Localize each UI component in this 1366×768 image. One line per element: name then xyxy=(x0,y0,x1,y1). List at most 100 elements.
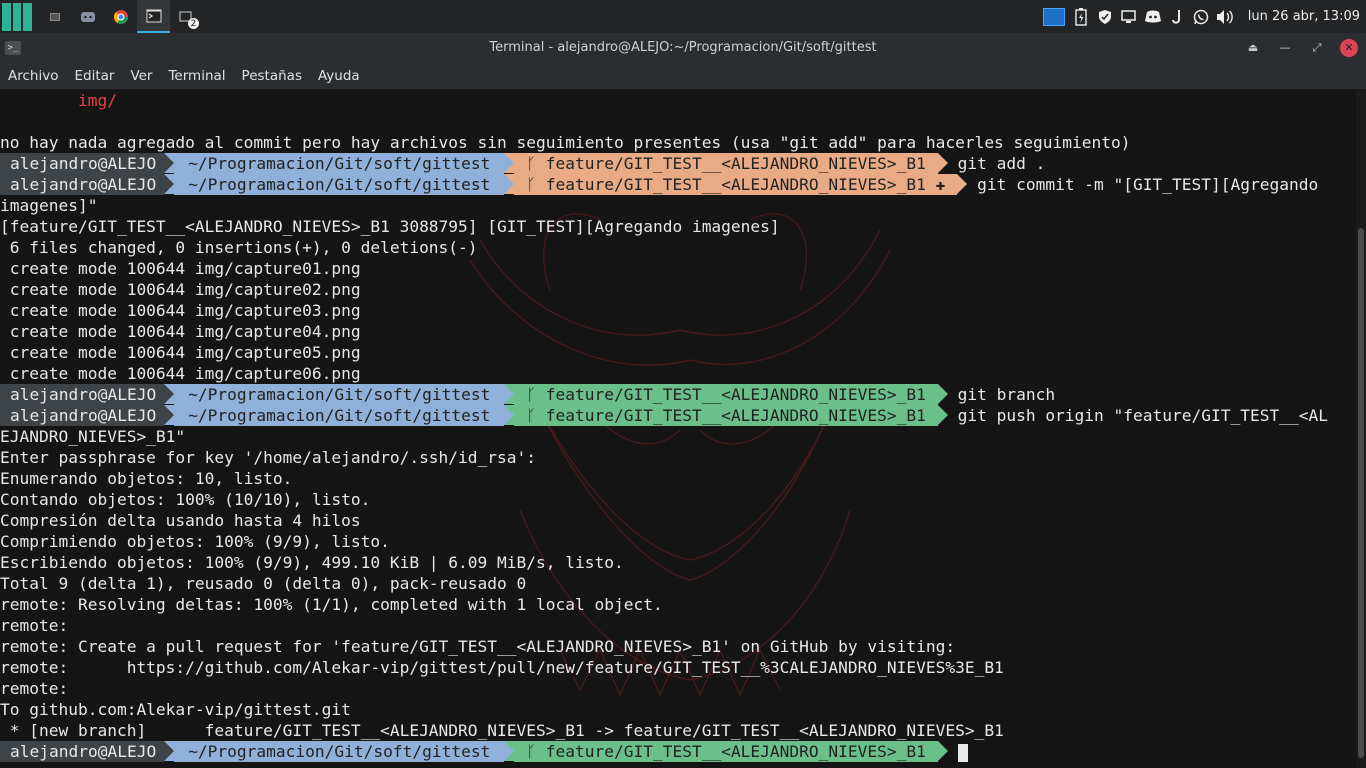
prompt-separator xyxy=(504,384,515,404)
prompt-git-branch: ᚴ feature/GIT_TEST__<ALEJANDRO_NIEVES>_B… xyxy=(514,174,958,195)
prompt-separator xyxy=(937,741,948,761)
terminal-output[interactable]: img/no hay nada agregado al commit pero … xyxy=(0,90,1356,768)
prompt-separator xyxy=(164,384,175,404)
prompt-separator xyxy=(957,174,968,194)
output-line: create mode 100644 img/capture04.png xyxy=(0,322,361,341)
output-line: Enumerando objetos: 10, listo. xyxy=(0,469,293,488)
command-text: git push origin "feature/GIT_TEST__<AL xyxy=(947,406,1328,425)
prompt-path: ~/Programacion/Git/soft/gittest xyxy=(174,384,505,405)
prompt-separator xyxy=(504,405,515,425)
output-line: 6 files changed, 0 insertions(+), 0 dele… xyxy=(0,238,478,257)
volume-icon[interactable] xyxy=(1216,8,1234,26)
prompt-path: ~/Programacion/Git/soft/gittest xyxy=(174,405,505,426)
menubar: Archivo Editar Ver Terminal Pestañas Ayu… xyxy=(0,62,1366,90)
prompt-line: alejandro@ALEJO ~/Programacion/Git/soft/g… xyxy=(0,153,1045,174)
display-icon[interactable] xyxy=(1120,8,1138,26)
output-line: Compresión delta usando hasta 4 hilos xyxy=(0,511,361,530)
prompt-path: ~/Programacion/Git/soft/gittest xyxy=(174,174,505,195)
prompt-separator xyxy=(937,153,948,173)
music-icon[interactable] xyxy=(1168,8,1186,26)
close-icon[interactable]: ✕ xyxy=(1340,38,1358,57)
prompt-user: alejandro@ALEJO xyxy=(0,405,165,426)
task-files[interactable] xyxy=(38,0,71,33)
prompt-user: alejandro@ALEJO xyxy=(0,741,165,762)
menu-ver[interactable]: Ver xyxy=(130,68,152,84)
prompt-separator xyxy=(504,174,515,194)
menu-terminal[interactable]: Terminal xyxy=(168,68,225,84)
discord-icon xyxy=(80,11,95,22)
chrome-icon xyxy=(113,9,128,24)
output-line: remote: xyxy=(0,679,69,698)
output-line: remote: Resolving deltas: 100% (1/1), co… xyxy=(0,595,663,614)
output-line: create mode 100644 img/capture05.png xyxy=(0,343,361,362)
prompt-separator xyxy=(504,153,515,173)
maximize-icon[interactable]: ⤢ xyxy=(1308,39,1326,57)
window-count-badge: 2 xyxy=(188,18,199,29)
clock[interactable]: lun 26 abr, 13:09 xyxy=(1248,9,1360,24)
output-line: To github.com:Alekar-vip/gittest.git xyxy=(0,700,351,719)
output-line: Comprimiendo objetos: 100% (9/9), listo. xyxy=(0,532,390,551)
task-discord[interactable] xyxy=(71,0,104,33)
window-titlebar[interactable]: >_ Terminal - alejandro@ALEJO:~/Programa… xyxy=(0,33,1366,62)
terminal-icon xyxy=(146,9,161,22)
prompt-git-branch: ᚴ feature/GIT_TEST__<ALEJANDRO_NIEVES>_B… xyxy=(514,384,938,405)
output-line: [feature/GIT_TEST__<ALEJANDRO_NIEVES>_B1… xyxy=(0,217,780,236)
discord-tray-icon[interactable] xyxy=(1144,8,1162,26)
output-line: no hay nada agregado al commit pero hay … xyxy=(0,133,1131,152)
prompt-line: alejandro@ALEJO ~/Programacion/Git/soft/g… xyxy=(0,384,1055,405)
prompt-git-branch: ᚴ feature/GIT_TEST__<ALEJANDRO_NIEVES>_B… xyxy=(514,153,938,174)
scrollbar-thumb[interactable] xyxy=(1358,228,1364,758)
menu-ayuda[interactable]: Ayuda xyxy=(318,68,360,84)
output-line: Enter passphrase for key '/home/alejandr… xyxy=(0,448,537,467)
prompt-separator xyxy=(504,741,515,761)
output-line: Contando objetos: 100% (10/10), listo. xyxy=(0,490,371,509)
keep-above-icon[interactable]: ⏏ xyxy=(1244,39,1262,57)
command-text: git branch xyxy=(947,385,1056,404)
manjaro-menu-icon[interactable] xyxy=(2,2,33,32)
output-line: EJANDRO_NIEVES>_B1" xyxy=(0,427,186,446)
battery-icon[interactable] xyxy=(1072,7,1090,26)
terminal-cursor xyxy=(957,743,968,762)
menu-editar[interactable]: Editar xyxy=(74,68,114,84)
command-text: git add . xyxy=(947,154,1046,173)
prompt-separator xyxy=(164,174,175,194)
workspace-icon[interactable] xyxy=(1042,7,1066,26)
prompt-line: alejandro@ALEJO ~/Programacion/Git/soft/g… xyxy=(0,405,1328,426)
output-line: create mode 100644 img/capture06.png xyxy=(0,364,361,383)
menu-pestanas[interactable]: Pestañas xyxy=(242,68,302,84)
terminal-window-icon[interactable]: >_ xyxy=(5,40,21,55)
prompt-user: alejandro@ALEJO xyxy=(0,174,165,195)
prompt-separator xyxy=(164,153,175,173)
shield-icon[interactable] xyxy=(1096,8,1114,26)
terminal-scrollbar[interactable] xyxy=(1356,90,1366,768)
output-line: remote: https://github.com/Alekar-vip/gi… xyxy=(0,658,1004,677)
menu-archivo[interactable]: Archivo xyxy=(8,68,58,84)
output-line: create mode 100644 img/capture02.png xyxy=(0,280,361,299)
files-icon xyxy=(49,12,60,21)
task-terminal[interactable] xyxy=(137,0,170,33)
system-tray: lun 26 abr, 13:09 xyxy=(1042,7,1366,26)
prompt-git-branch: ᚴ feature/GIT_TEST__<ALEJANDRO_NIEVES>_B… xyxy=(514,405,938,426)
window-title: Terminal - alejandro@ALEJO:~/Programacio… xyxy=(489,40,877,55)
output-line: * [new branch] feature/GIT_TEST__<ALEJAN… xyxy=(0,721,1004,740)
task-windows[interactable]: 2 xyxy=(170,0,203,33)
prompt-separator xyxy=(164,741,175,761)
command-text: git commit -m "[GIT_TEST][Agregando xyxy=(967,175,1319,194)
output-line: Total 9 (delta 1), reusado 0 (delta 0), … xyxy=(0,574,527,593)
prompt-separator xyxy=(937,405,948,425)
output-line: img/ xyxy=(0,91,117,110)
output-line: create mode 100644 img/capture01.png xyxy=(0,259,361,278)
prompt-git-branch: ᚴ feature/GIT_TEST__<ALEJANDRO_NIEVES>_B… xyxy=(514,741,938,762)
whatsapp-icon[interactable] xyxy=(1192,8,1210,26)
task-chrome[interactable] xyxy=(104,0,137,33)
prompt-path: ~/Programacion/Git/soft/gittest xyxy=(174,153,505,174)
prompt-line: alejandro@ALEJO ~/Programacion/Git/soft/g… xyxy=(0,741,968,762)
prompt-line: alejandro@ALEJO ~/Programacion/Git/soft/g… xyxy=(0,174,1318,195)
prompt-user: alejandro@ALEJO xyxy=(0,153,165,174)
output-line: remote: Create a pull request for 'featu… xyxy=(0,637,956,656)
output-line: Escribiendo objetos: 100% (9/9), 499.10 … xyxy=(0,553,624,572)
top-panel: 2 lun 26 abr, 13:09 xyxy=(0,0,1366,33)
output-line: imagenes]" xyxy=(0,196,98,215)
prompt-path: ~/Programacion/Git/soft/gittest xyxy=(174,741,505,762)
minimize-icon[interactable]: — xyxy=(1276,39,1294,57)
